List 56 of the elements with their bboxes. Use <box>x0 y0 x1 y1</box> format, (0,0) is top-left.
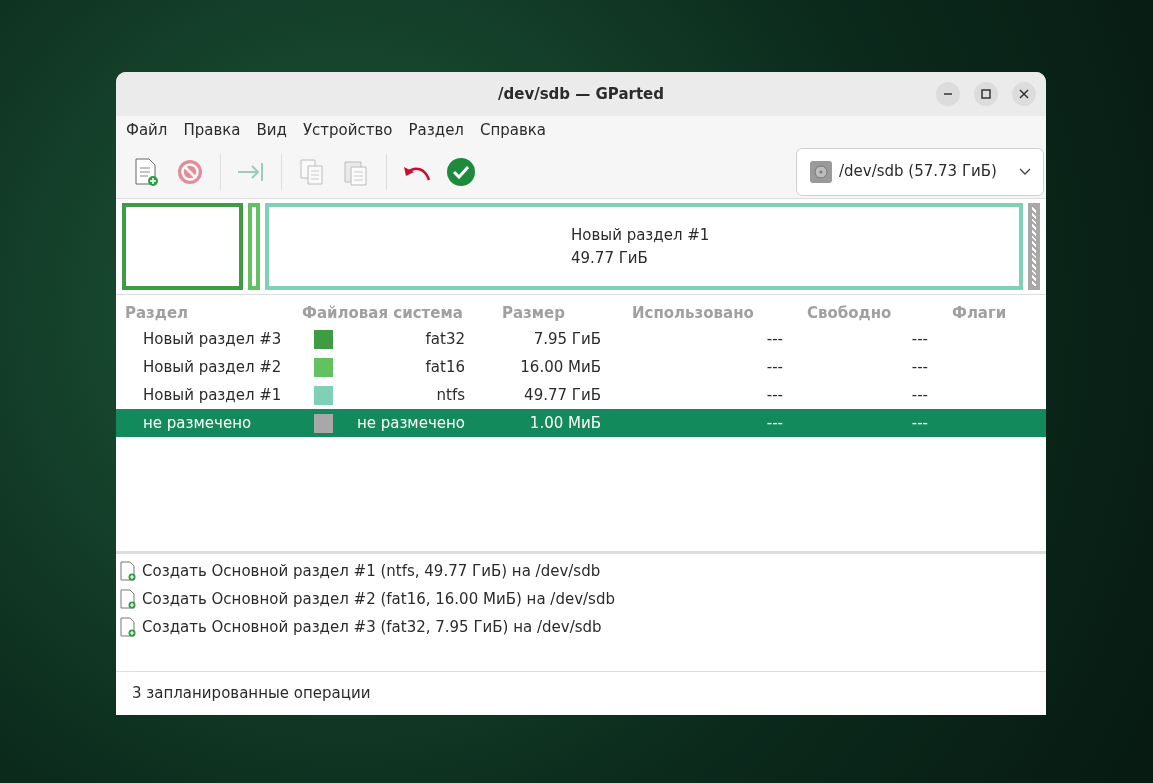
table-row[interactable]: Новый раздел #1 ntfs 49.77 ГиБ --- --- <box>116 381 1046 409</box>
table-cell-text: 1.00 МиБ <box>528 412 601 434</box>
status-text: 3 запланированные операции <box>132 683 371 705</box>
segment-label: Новый раздел #1 <box>571 225 711 246</box>
table-cell-text: fat32 <box>424 328 465 350</box>
table-cell-text: --- <box>910 356 928 378</box>
menu-item[interactable]: Устройство <box>294 119 401 142</box>
maximize-icon <box>981 89 991 99</box>
table-cell-text: не размечено <box>355 412 465 434</box>
menu-item[interactable]: Правка <box>175 119 249 142</box>
menu-item[interactable]: Справка <box>471 119 555 142</box>
close-button[interactable] <box>1012 82 1036 106</box>
table-cell-text: --- <box>765 356 783 378</box>
prohibited-icon <box>176 157 204 186</box>
segment-label: 49.77 ГиБ <box>571 247 649 269</box>
operation-item[interactable]: Создать Основной раздел #1 (ntfs, 49.77 ГиБ) на /dev/sdb <box>142 559 601 583</box>
table-cell-text: ntfs <box>435 384 465 406</box>
table-cell-text: 7.95 ГиБ <box>532 328 601 350</box>
menu-item[interactable]: Раздел <box>400 119 472 142</box>
table-cell-text: --- <box>910 384 928 406</box>
table-cell-text: 16.00 МиБ <box>519 356 601 378</box>
maximize-button[interactable] <box>974 82 998 106</box>
partition-segment[interactable] <box>248 203 260 290</box>
partition-segment[interactable] <box>122 203 243 290</box>
table-cell-text: Новый раздел #1 <box>142 384 283 406</box>
new-document-icon <box>133 156 159 187</box>
chevron-down-icon <box>1019 167 1031 176</box>
minimize-icon <box>944 93 952 95</box>
unallocated-segment[interactable] <box>1028 203 1040 290</box>
table-cell-text: --- <box>765 384 783 406</box>
menu-item[interactable]: Вид <box>248 119 295 142</box>
minimize-button[interactable] <box>936 82 960 106</box>
checkmark-icon <box>446 156 476 187</box>
table-cell-text: --- <box>765 328 783 350</box>
menu-item[interactable]: Файл <box>118 119 176 142</box>
copy-icon <box>299 157 325 186</box>
document-add-icon <box>120 617 136 637</box>
operation-item[interactable]: Создать Основной раздел #3 (fat32, 7.95 ГиБ) на /dev/sdb <box>142 615 602 639</box>
table-row[interactable]: Новый раздел #3 fat32 7.95 ГиБ --- --- <box>116 325 1046 353</box>
table-cell-text: --- <box>910 412 928 434</box>
window-title: /dev/sdb — GParted <box>498 83 664 105</box>
document-add-icon <box>120 589 136 609</box>
table-cell-text: --- <box>765 412 783 434</box>
table-row[interactable]: не размечено не размечено 1.00 МиБ --- --- <box>116 409 1046 437</box>
partition-segment[interactable]: Новый раздел #1 49.77 ГиБ <box>265 203 1023 290</box>
table-cell-text: не размечено <box>142 412 253 434</box>
table-cell-text: 49.77 ГиБ <box>523 384 601 406</box>
table-cell-text: Новый раздел #2 <box>142 356 283 378</box>
table-row[interactable]: Новый раздел #2 fat16 16.00 МиБ --- --- <box>116 353 1046 381</box>
operation-item[interactable]: Создать Основной раздел #2 (fat16, 16.00 МиБ) на /dev/sdb <box>142 587 615 611</box>
table-cell-text: Новый раздел #3 <box>142 328 283 350</box>
table-cell-text: --- <box>910 328 928 350</box>
document-add-icon <box>120 561 136 581</box>
table-cell-text: fat16 <box>424 356 465 378</box>
close-icon <box>1019 89 1029 99</box>
device-dropdown[interactable]: /dev/sdb (57.73 ГиБ) <box>796 147 1044 196</box>
